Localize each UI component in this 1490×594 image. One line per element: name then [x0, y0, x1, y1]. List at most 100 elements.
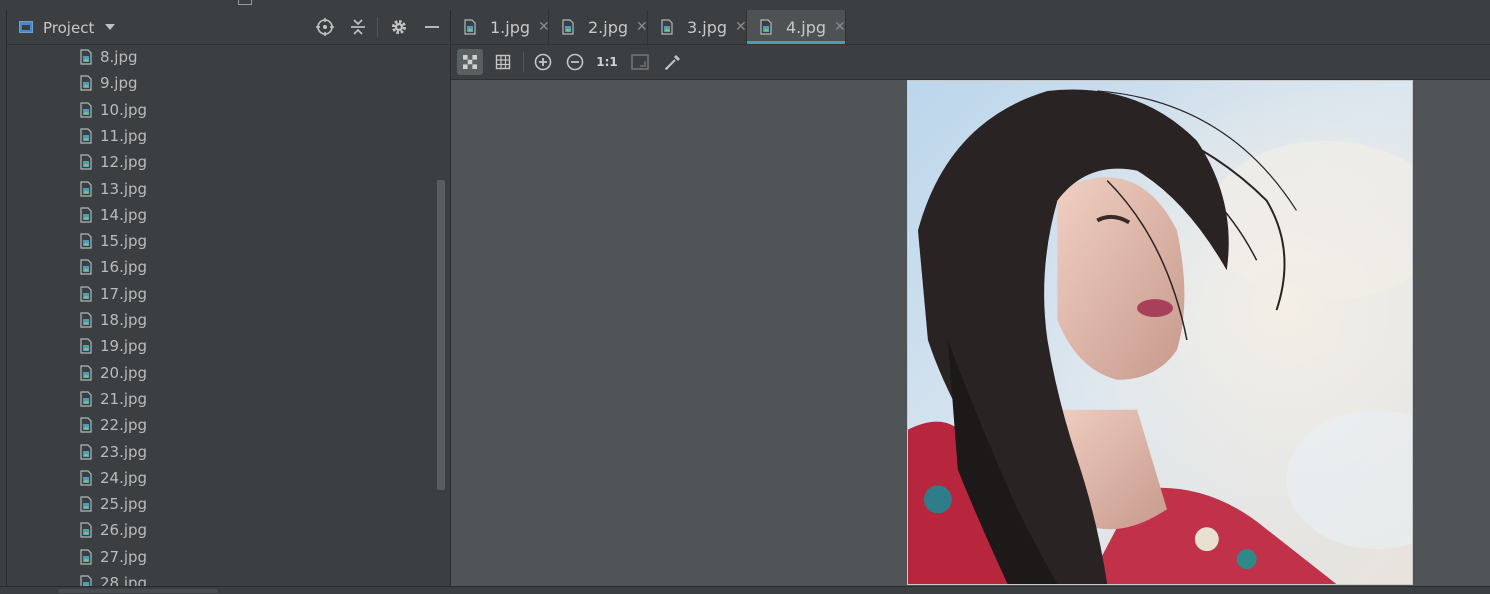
- tab-label: 3.jpg: [687, 17, 728, 37]
- image-file-icon: [80, 75, 92, 91]
- tree-scrollbar[interactable]: [437, 180, 445, 490]
- file-name-label: 8.jpg: [100, 48, 138, 66]
- list-item[interactable]: 14.jpg: [80, 203, 147, 227]
- file-name-label: 19.jpg: [100, 337, 148, 356]
- list-item[interactable]: 18.jpg: [80, 308, 147, 332]
- actual-size-icon[interactable]: 1:1: [594, 49, 620, 75]
- file-name-label: 16.jpg: [100, 258, 148, 277]
- breadcrumb: [0, 0, 1490, 10]
- image-file-icon: [80, 575, 92, 586]
- image-file-icon: [80, 128, 92, 144]
- list-item[interactable]: 24.jpg: [80, 466, 147, 490]
- file-name-label: 22.jpg: [100, 416, 148, 435]
- fit-to-window-icon[interactable]: [627, 49, 653, 75]
- minimize-icon[interactable]: [423, 18, 441, 36]
- list-item[interactable]: 20.jpg: [80, 361, 147, 385]
- image-file-icon: [80, 522, 92, 538]
- chessboard-icon[interactable]: [457, 49, 483, 75]
- image-toolbar: 1:1: [451, 45, 1490, 80]
- file-name-label: 21.jpg: [100, 389, 148, 408]
- file-name-label: 17.jpg: [100, 284, 148, 303]
- list-item[interactable]: 9.jpg: [80, 71, 138, 95]
- grid-icon[interactable]: [490, 49, 516, 75]
- close-icon[interactable]: ✕: [538, 19, 550, 35]
- image-file-icon: [80, 286, 92, 302]
- list-item[interactable]: 13.jpg: [80, 177, 147, 201]
- list-item[interactable]: 26.jpg: [80, 518, 147, 542]
- list-item[interactable]: 8.jpg: [80, 45, 138, 69]
- list-item[interactable]: 15.jpg: [80, 229, 147, 253]
- list-item[interactable]: 23.jpg: [80, 440, 147, 464]
- image-file-icon: [661, 19, 673, 35]
- list-item[interactable]: 27.jpg: [80, 545, 147, 569]
- color-picker-icon[interactable]: [660, 49, 686, 75]
- image-file-icon: [80, 470, 92, 486]
- left-tool-strip: [0, 10, 7, 593]
- tab-2-jpg[interactable]: 2.jpg ✕: [549, 10, 648, 44]
- list-item[interactable]: 21.jpg: [80, 387, 147, 411]
- file-name-label: 13.jpg: [100, 179, 148, 198]
- image-file-icon: [80, 154, 92, 170]
- list-item[interactable]: 12.jpg: [80, 150, 147, 174]
- gear-icon[interactable]: [390, 18, 408, 36]
- project-file-tree: 8.jpg 9.jpg 10.jpg 11.jpg 12.jpg 13.jpg 14.jpg…: [7, 45, 449, 586]
- tab-label: 1.jpg: [490, 17, 531, 37]
- image-file-icon: [80, 549, 92, 565]
- tab-label: 2.jpg: [588, 17, 629, 37]
- file-name-label: 10.jpg: [100, 100, 148, 119]
- file-name-label: 9.jpg: [100, 74, 138, 93]
- tab-3-jpg[interactable]: 3.jpg ✕: [648, 10, 747, 44]
- image-editor: 1.jpg ✕ 2.jpg ✕ 3.jpg ✕ 4.jpg ✕ 1:1: [450, 10, 1490, 586]
- editor-tab-bar: 1.jpg ✕ 2.jpg ✕ 3.jpg ✕ 4.jpg ✕: [451, 10, 1490, 45]
- image-canvas: [451, 80, 1490, 586]
- image-file-icon: [760, 19, 772, 35]
- image-file-icon: [80, 312, 92, 328]
- image-file-icon: [562, 19, 574, 35]
- file-name-label: 28.jpg: [100, 574, 148, 586]
- list-item[interactable]: 22.jpg: [80, 413, 147, 437]
- image-file-icon: [80, 180, 92, 197]
- tab-label: 4.jpg: [786, 17, 827, 37]
- toolbar-separator: [523, 52, 524, 72]
- zoom-out-icon[interactable]: [562, 49, 588, 75]
- image-file-icon: [80, 496, 92, 512]
- close-icon[interactable]: ✕: [735, 19, 747, 35]
- close-icon[interactable]: ✕: [834, 19, 846, 35]
- file-name-label: 11.jpg: [100, 126, 148, 145]
- file-name-label: 27.jpg: [100, 547, 148, 566]
- file-name-label: 26.jpg: [100, 521, 148, 540]
- tab-4-jpg[interactable]: 4.jpg ✕: [747, 10, 846, 44]
- list-item[interactable]: 28.jpg: [80, 571, 147, 586]
- list-item[interactable]: 17.jpg: [80, 282, 147, 306]
- image-file-icon: [80, 391, 92, 407]
- project-panel-title[interactable]: Project: [43, 19, 94, 37]
- image-file-icon: [80, 207, 92, 223]
- zoom-in-icon[interactable]: [530, 49, 556, 75]
- horizontal-scrollbar[interactable]: [58, 589, 218, 593]
- breadcrumb-file-icon: [238, 0, 252, 5]
- list-item[interactable]: 16.jpg: [80, 255, 147, 279]
- list-item[interactable]: 25.jpg: [80, 492, 147, 516]
- list-item[interactable]: 19.jpg: [80, 334, 147, 358]
- project-panel-header: Project: [7, 10, 449, 45]
- image-file-icon: [80, 233, 92, 249]
- file-name-label: 12.jpg: [100, 153, 148, 172]
- file-name-label: 25.jpg: [100, 495, 148, 514]
- locate-icon[interactable]: [316, 18, 334, 36]
- file-name-label: 14.jpg: [100, 205, 148, 224]
- image-file-icon: [80, 338, 92, 354]
- chevron-down-icon[interactable]: [105, 24, 115, 30]
- file-name-label: 18.jpg: [100, 311, 148, 329]
- close-icon[interactable]: ✕: [636, 19, 648, 35]
- image-preview[interactable]: [907, 80, 1413, 585]
- list-item[interactable]: 11.jpg: [80, 124, 147, 148]
- image-file-icon: [80, 364, 92, 381]
- tab-1-jpg[interactable]: 1.jpg ✕: [451, 10, 550, 44]
- image-file-icon: [80, 443, 92, 460]
- list-item[interactable]: 10.jpg: [80, 98, 147, 122]
- image-file-icon: [464, 19, 476, 35]
- collapse-all-icon[interactable]: [349, 18, 367, 36]
- file-name-label: 20.jpg: [100, 363, 148, 382]
- file-name-label: 24.jpg: [100, 468, 148, 487]
- image-file-icon: [80, 259, 92, 275]
